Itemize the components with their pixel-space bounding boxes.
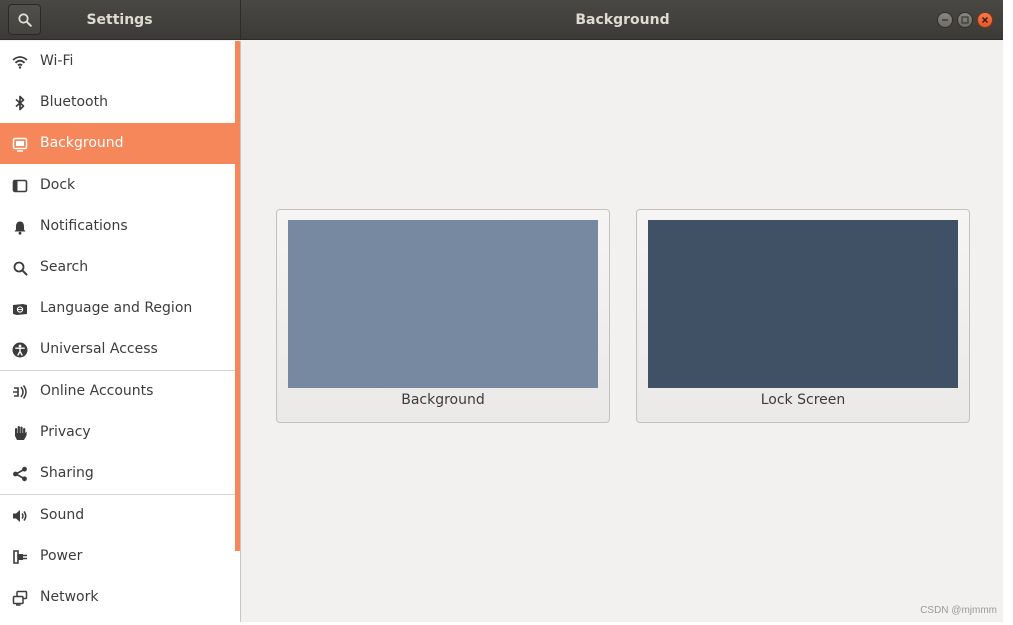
search-button[interactable]: [8, 4, 41, 35]
desktop-edge: [1003, 0, 1013, 625]
sidebar-item-label: Sound: [40, 507, 85, 523]
sidebar-item-online-accounts[interactable]: Online Accounts: [0, 371, 235, 412]
sidebar-item-power[interactable]: Power: [0, 536, 235, 577]
background-card[interactable]: Background: [276, 209, 610, 423]
sidebar-item-language-and-region[interactable]: Language and Region: [0, 288, 235, 329]
sidebar-item-label: Universal Access: [40, 341, 158, 357]
wifi-icon: [11, 53, 29, 71]
page-title: Background: [575, 12, 670, 28]
sidebar-item-label: Dock: [40, 177, 76, 193]
sidebar-item-privacy[interactable]: Privacy: [0, 412, 235, 453]
lock-screen-card[interactable]: Lock Screen: [636, 209, 970, 423]
bluetooth-icon: [11, 94, 29, 112]
sidebar-item-label: Wi-Fi: [40, 53, 74, 69]
main-content: Background Lock Screen: [242, 41, 1003, 622]
sidebar-item-universal-access[interactable]: Universal Access: [0, 329, 235, 370]
power-plug-icon: [11, 548, 29, 566]
close-button[interactable]: [977, 12, 993, 28]
network-icon: [11, 589, 29, 607]
hand-icon: [11, 424, 29, 442]
accessibility-icon: [11, 341, 29, 359]
speaker-icon: [11, 507, 29, 525]
header-bar: Settings Background: [0, 0, 1003, 40]
sidebar-item-label: Notifications: [40, 218, 128, 234]
search-icon: [17, 12, 32, 27]
dock-icon: [11, 177, 29, 195]
minimize-button[interactable]: [937, 12, 953, 28]
language-icon: [11, 300, 29, 318]
sidebar-item-label: Bluetooth: [40, 94, 108, 110]
sidebar-item-label: Search: [40, 259, 89, 275]
share-icon: [11, 465, 29, 483]
bell-icon: [11, 218, 29, 236]
sidebar-item-label: Power: [40, 548, 83, 564]
settings-window: Settings Background Wi-Fi Bluetooth Back…: [0, 0, 1003, 622]
sidebar-item-sharing[interactable]: Sharing: [0, 453, 235, 494]
sidebar-item-label: Online Accounts: [40, 383, 154, 399]
sidebar: Wi-Fi Bluetooth Background Dock Notifica…: [0, 41, 241, 622]
sidebar-item-background[interactable]: Background: [0, 123, 235, 164]
sidebar-item-label: Sharing: [40, 465, 94, 481]
sidebar-item-label: Privacy: [40, 424, 91, 440]
online-accounts-icon: [11, 383, 29, 401]
sidebar-item-network[interactable]: Network: [0, 577, 235, 618]
sidebar-item-label: Network: [40, 589, 99, 605]
sidebar-title: Settings: [86, 12, 153, 28]
watermark-text: CSDN @mjmmm: [920, 605, 997, 616]
sidebar-item-search[interactable]: Search: [0, 247, 235, 288]
minimize-icon: [942, 19, 948, 21]
sidebar-item-dock[interactable]: Dock: [0, 165, 235, 206]
sidebar-item-label: Background: [40, 135, 124, 151]
sidebar-scrollbar[interactable]: [235, 41, 240, 551]
maximize-icon: [961, 16, 969, 24]
search-icon: [11, 259, 29, 277]
lock-screen-preview: [648, 220, 958, 388]
maximize-button[interactable]: [957, 12, 973, 28]
header-left: Settings: [0, 0, 241, 40]
background-preview: [288, 220, 598, 388]
sidebar-item-label: Language and Region: [40, 300, 193, 316]
sidebar-item-sound[interactable]: Sound: [0, 495, 235, 536]
lock-screen-card-caption: Lock Screen: [760, 392, 846, 408]
background-icon: [11, 135, 29, 153]
close-icon: [981, 16, 989, 24]
sidebar-item-notifications[interactable]: Notifications: [0, 206, 235, 247]
sidebar-item-bluetooth[interactable]: Bluetooth: [0, 82, 235, 123]
background-card-caption: Background: [401, 392, 485, 408]
sidebar-item-wifi[interactable]: Wi-Fi: [0, 41, 235, 82]
